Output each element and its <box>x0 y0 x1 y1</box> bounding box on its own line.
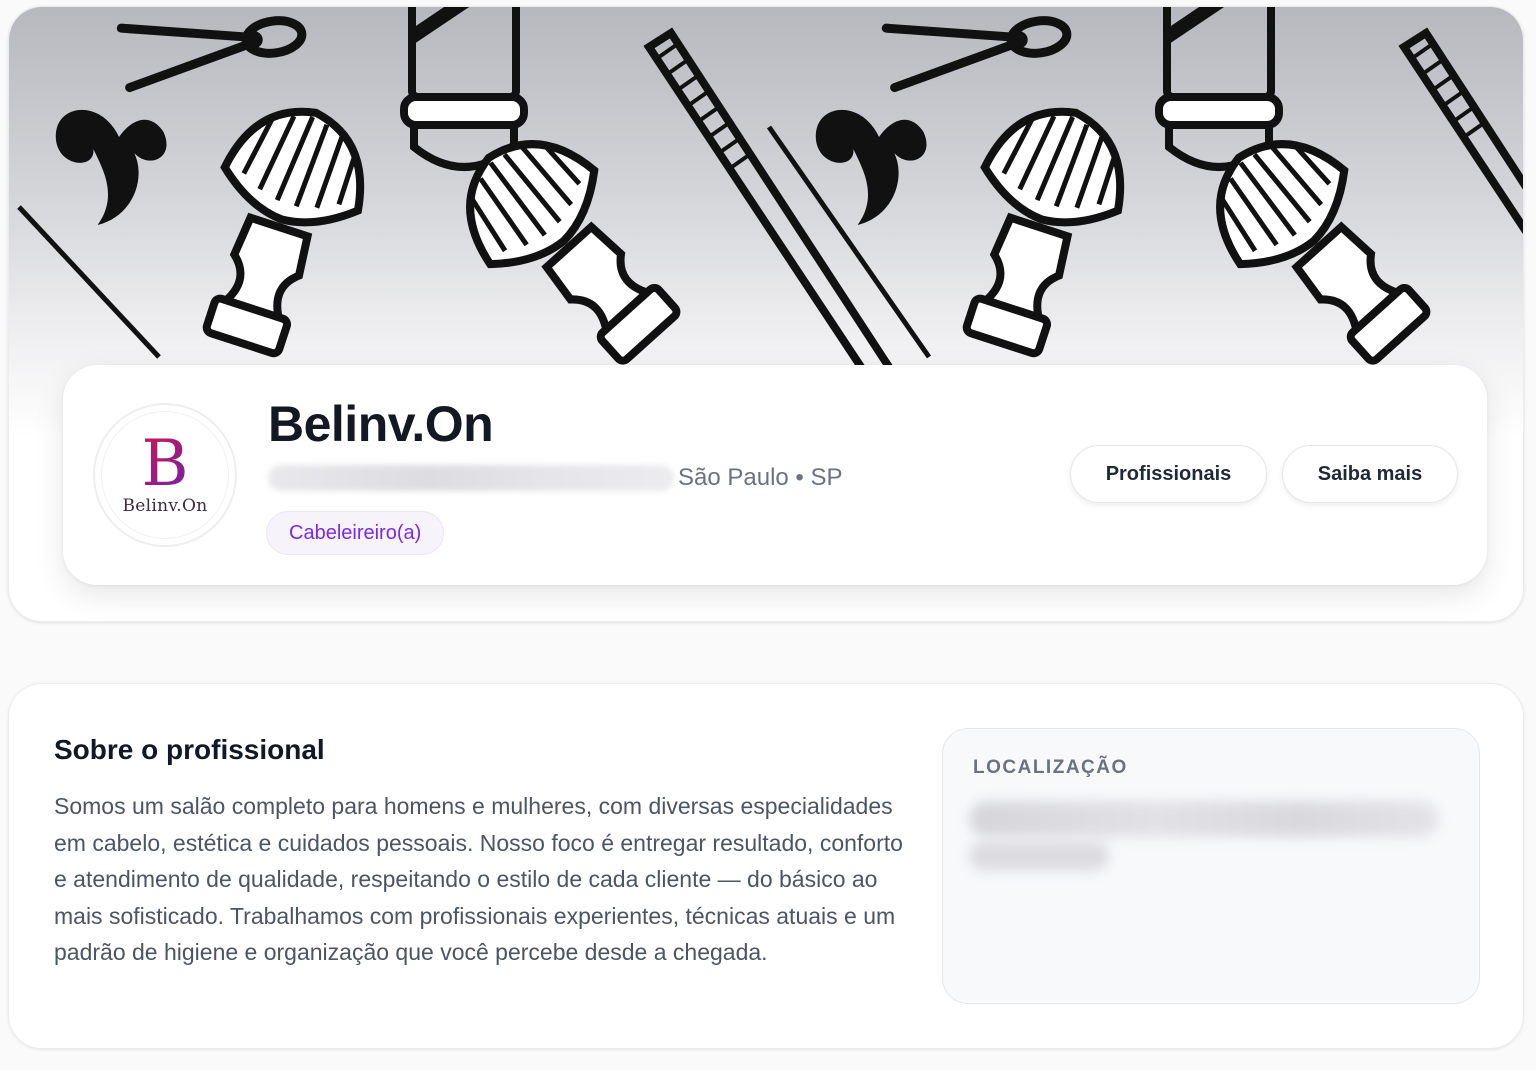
profile-header-card: B Belinv.On Belinv.On São Paulo • SP Cab… <box>8 6 1524 622</box>
profile-info-card: B Belinv.On Belinv.On São Paulo • SP Cab… <box>63 365 1487 585</box>
logo-wordmark: Belinv.On <box>122 496 208 516</box>
location-card: LOCALIZAÇÃO <box>942 728 1480 1004</box>
about-section: Sobre o profissional Somos um salão comp… <box>8 683 1524 1049</box>
business-logo: B Belinv.On <box>101 411 229 539</box>
professionals-button[interactable]: Profissionais <box>1070 445 1267 503</box>
learn-more-button[interactable]: Saiba mais <box>1282 445 1458 503</box>
business-city: São Paulo • SP <box>678 464 843 491</box>
address-redacted <box>268 465 674 491</box>
location-address-redacted <box>969 801 1439 837</box>
category-tag[interactable]: Cabeleireiro(a) <box>266 511 445 555</box>
about-description: Somos um salão completo para homens e mu… <box>54 793 903 966</box>
location-label: LOCALIZAÇÃO <box>973 757 1128 778</box>
avatar: B Belinv.On <box>93 403 237 547</box>
location-detail-redacted <box>969 841 1109 871</box>
about-title: Sobre o profissional <box>54 734 325 765</box>
logo-letter: B <box>141 427 189 501</box>
business-name: Belinv.On <box>268 396 494 452</box>
